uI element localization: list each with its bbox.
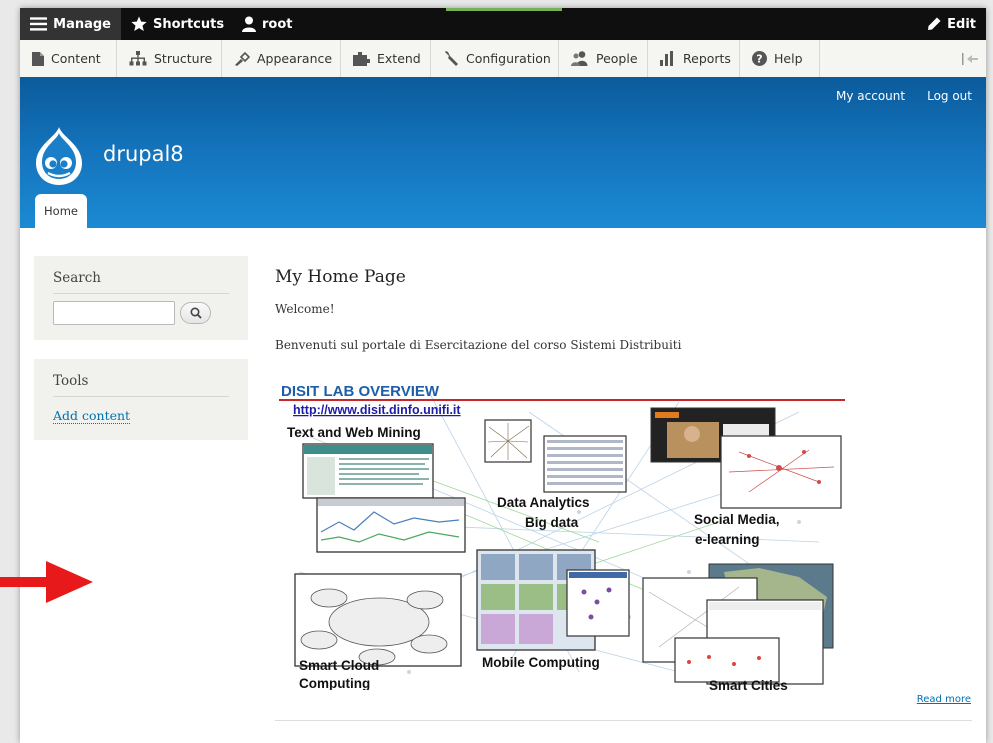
reports-icon — [660, 51, 673, 66]
label-smart-cities: Smart Cities — [709, 678, 788, 690]
tray-item-content[interactable]: Content — [20, 40, 117, 77]
wrench-icon — [445, 50, 458, 66]
tray-label: Help — [774, 51, 803, 66]
tray-item-structure[interactable]: Structure — [117, 40, 222, 77]
manage-label: Manage — [53, 16, 111, 32]
home-tab[interactable]: Home — [35, 194, 87, 228]
browser-page: Manage Shortcuts root Edit Content Struc… — [20, 8, 986, 743]
site-header: My account Log out drupal8 Home — [20, 77, 986, 228]
red-arrow-icon — [0, 561, 93, 603]
page-title: My Home Page — [275, 267, 406, 287]
active-indicator — [446, 8, 562, 11]
search-icon — [189, 307, 202, 319]
disit-overview-image: DISIT LAB OVERVIEW http://www.disit.dinf… — [279, 372, 845, 690]
search-input[interactable] — [53, 301, 175, 325]
label-text-mining: Text and Web Mining — [287, 425, 421, 440]
label-social-media: Social Media, — [694, 512, 780, 527]
tray-label: Reports — [683, 51, 731, 66]
user-label: root — [262, 16, 293, 32]
pencil-icon — [928, 17, 941, 30]
content-icon — [32, 51, 44, 66]
tray-label: Content — [51, 51, 101, 66]
site-name[interactable]: drupal8 — [103, 142, 184, 166]
tray-item-extend[interactable]: Extend — [341, 40, 431, 77]
tools-block: Tools Add content — [34, 359, 248, 440]
tray-item-appearance[interactable]: Appearance — [222, 40, 341, 77]
tray-item-configuration[interactable]: Configuration — [431, 40, 559, 77]
label-data-analytics: Data Analytics — [497, 495, 590, 510]
tools-block-title: Tools — [53, 373, 229, 397]
label-big-data: Big data — [525, 515, 579, 530]
shortcuts-tab[interactable]: Shortcuts — [121, 8, 234, 40]
admin-toolbar: Manage Shortcuts root Edit — [20, 8, 986, 40]
secondary-menu: My account Log out — [836, 89, 972, 103]
my-account-link[interactable]: My account — [836, 89, 905, 103]
drupal-logo-icon[interactable] — [32, 125, 86, 187]
collapse-tray-icon[interactable] — [962, 53, 978, 68]
help-icon: ? — [752, 51, 767, 66]
extend-icon — [353, 52, 370, 66]
admin-tray: Content Structure Appearance Extend Conf… — [20, 40, 986, 78]
tray-item-reports[interactable]: Reports — [648, 40, 740, 77]
log-out-link[interactable]: Log out — [927, 89, 972, 103]
people-icon — [571, 51, 588, 66]
tray-item-people[interactable]: People — [559, 40, 648, 77]
user-icon — [242, 16, 256, 32]
overview-url: http://www.disit.dinfo.unifi.it — [293, 403, 461, 417]
intro-text: Benvenuti sul portale di Esercitazione d… — [275, 338, 682, 352]
edit-label: Edit — [947, 16, 976, 32]
tray-label: People — [596, 51, 638, 66]
manage-tab[interactable]: Manage — [20, 8, 121, 40]
label-smart-cloud: Smart Cloud — [299, 658, 379, 673]
tray-label: Appearance — [257, 51, 333, 66]
tray-label: Configuration — [466, 51, 551, 66]
label-elearning: e-learning — [695, 532, 760, 547]
svg-text:?: ? — [756, 53, 762, 66]
shortcuts-label: Shortcuts — [153, 16, 225, 32]
search-block: Search — [34, 256, 248, 340]
search-block-title: Search — [53, 270, 229, 294]
label-mobile: Mobile Computing — [482, 655, 600, 670]
user-tab[interactable]: root — [232, 8, 303, 40]
tray-label: Extend — [377, 51, 421, 66]
overview-title: DISIT LAB OVERVIEW — [281, 383, 440, 400]
label-computing: Computing — [299, 676, 370, 690]
search-button[interactable] — [180, 302, 211, 324]
content-divider — [275, 720, 972, 721]
star-icon — [131, 16, 147, 31]
tray-item-help[interactable]: ? Help — [740, 40, 820, 77]
structure-icon — [129, 51, 147, 66]
tray-label: Structure — [154, 51, 213, 66]
read-more-link[interactable]: Read more — [917, 694, 971, 705]
add-content-link[interactable]: Add content — [53, 408, 131, 424]
welcome-text: Welcome! — [275, 302, 335, 316]
appearance-icon — [235, 51, 250, 66]
edit-tab[interactable]: Edit — [917, 8, 986, 40]
hamburger-icon — [30, 17, 48, 31]
